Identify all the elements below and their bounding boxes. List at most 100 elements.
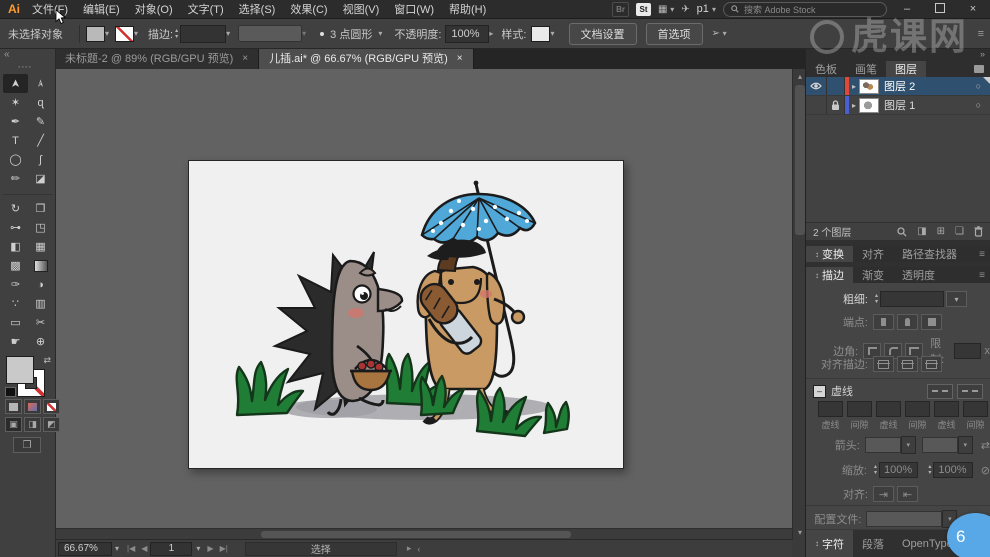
next-artboard-icon[interactable]: ▶ <box>207 544 213 553</box>
prev-artboard-icon[interactable]: ◀ <box>141 544 147 553</box>
bridge-icon[interactable]: Br <box>612 2 629 17</box>
gradient-tool[interactable] <box>28 256 53 275</box>
layer-thumbnail[interactable] <box>859 79 879 94</box>
pencil-tool[interactable]: ✏ <box>3 169 28 188</box>
document-setup-button[interactable]: 文档设置 <box>569 23 637 45</box>
tab-画笔[interactable]: 画笔 <box>846 61 886 77</box>
chevron-down-icon[interactable]: ▾ <box>378 29 382 38</box>
ellipse-tool[interactable]: ◯ <box>3 150 28 169</box>
menu-item-1[interactable]: 编辑(E) <box>83 1 120 17</box>
align-arrow-end-button[interactable]: ⇤ <box>897 486 918 502</box>
artboard-number-value[interactable]: 1 <box>150 542 192 556</box>
column-graph-tool[interactable]: ▥ <box>28 294 53 313</box>
width-tool[interactable]: ⊶ <box>3 218 28 237</box>
eraser-tool[interactable]: ◪ <box>28 169 53 188</box>
stock-icon[interactable]: St <box>636 3 651 16</box>
align-outside-button[interactable] <box>921 356 942 372</box>
close-button[interactable]: × <box>960 3 986 15</box>
layer-row-0[interactable]: ▸图层 2○ <box>806 77 990 96</box>
swap-fill-stroke-icon[interactable]: ⇄ <box>43 355 51 366</box>
color-button[interactable] <box>5 399 22 414</box>
default-fill-stroke-icon[interactable] <box>5 387 16 397</box>
close-tab-icon[interactable]: × <box>242 53 248 64</box>
status-display[interactable]: 选择 <box>245 542 397 556</box>
collapse-toolbar-icon[interactable]: « <box>4 49 10 60</box>
brush-definition[interactable]: 3 点圆形 <box>330 26 372 42</box>
zoom-dropdown-icon[interactable]: ▾ <box>115 544 119 553</box>
swap-arrowheads-icon[interactable]: ⇄ <box>981 439 990 452</box>
dash-input-3[interactable] <box>905 401 930 417</box>
status-expand-icon[interactable]: ▸ <box>407 543 412 554</box>
menu-item-4[interactable]: 选择(S) <box>239 1 276 17</box>
document-tab-1[interactable]: 儿插.ai* @ 66.67% (RGB/GPU 预览)× <box>259 47 474 69</box>
menu-item-3[interactable]: 文字(T) <box>188 1 224 17</box>
perspective-grid-tool[interactable]: ▦ <box>28 237 53 256</box>
adobe-stock-search-input[interactable]: 搜索 Adobe Stock <box>723 2 887 17</box>
tab-字符[interactable]: ↕字符 <box>806 530 853 557</box>
menu-item-2[interactable]: 对象(O) <box>135 1 173 17</box>
target-circle-icon[interactable]: ○ <box>976 81 981 91</box>
preserve-dash-button[interactable] <box>927 384 953 399</box>
tab-图层[interactable]: 图层 <box>886 61 926 77</box>
isolate-selection-icon[interactable]: ➢ ▾ <box>712 28 727 39</box>
tab-路径查找器[interactable]: 路径查找器 <box>893 246 966 262</box>
artboard-tool[interactable]: ▭ <box>3 313 28 332</box>
chevron-down-icon[interactable]: ▾ <box>226 29 230 38</box>
opacity-value[interactable]: 100% <box>445 25 489 43</box>
expand-panels-icon[interactable]: » <box>980 49 985 59</box>
dash-input-0[interactable] <box>818 401 843 417</box>
align-arrow-tip-button[interactable]: ⇥ <box>873 486 894 502</box>
symbol-sprayer-tool[interactable]: ∵ <box>3 294 28 313</box>
fill-color-swatch[interactable] <box>86 26 105 42</box>
align-dash-button[interactable] <box>957 384 983 399</box>
menu-item-5[interactable]: 效果(C) <box>290 1 327 17</box>
draw-inside-button[interactable]: ◩ <box>43 417 60 432</box>
menu-item-0[interactable]: 文件(F) <box>32 1 68 17</box>
weight-input[interactable] <box>880 291 944 307</box>
slice-tool[interactable]: ✂ <box>28 313 53 332</box>
fill-stroke-indicator[interactable]: ⇄ <box>5 355 51 397</box>
chevron-down-icon[interactable]: ▾ <box>134 29 138 38</box>
tab-变换[interactable]: ↕变换 <box>806 246 853 262</box>
magic-wand-tool[interactable]: ✶ <box>3 93 28 112</box>
first-artboard-icon[interactable]: |◀ <box>127 544 135 553</box>
close-tab-icon[interactable]: × <box>457 53 463 64</box>
scale-end-input[interactable]: 100% <box>933 462 972 478</box>
layer-thumbnail[interactable] <box>859 98 879 113</box>
preferences-button[interactable]: 首选项 <box>646 23 703 45</box>
draw-normal-button[interactable]: ▣ <box>5 417 22 432</box>
stroke-color-swatch[interactable] <box>115 26 134 42</box>
shape-builder-tool[interactable]: ◧ <box>3 237 28 256</box>
chevron-right-icon[interactable]: ▸ <box>489 29 493 38</box>
pen-tool[interactable]: ✒ <box>3 112 28 131</box>
tab-描边[interactable]: ↕描边 <box>806 267 853 283</box>
zoom-level-value[interactable]: 66.67% <box>58 542 112 556</box>
fill-indicator[interactable] <box>6 356 34 384</box>
status-collapse-icon[interactable]: ‹ <box>417 544 420 554</box>
tab-渐变[interactable]: 渐变 <box>853 267 893 283</box>
chevron-down-icon[interactable]: ▾ <box>105 29 109 38</box>
maximize-button[interactable] <box>927 3 953 16</box>
panel-menu-icon[interactable]: ≡ <box>979 270 985 281</box>
panel-menu-icon[interactable]: ≡ <box>978 28 984 40</box>
mesh-tool[interactable]: ▩ <box>3 256 28 275</box>
arrowhead-end-select[interactable]: ▾ <box>922 436 973 454</box>
screen-mode-button[interactable]: ❐ <box>13 437 41 453</box>
vertical-scrollbar-thumb[interactable] <box>795 85 805 235</box>
menu-item-8[interactable]: 帮助(H) <box>449 1 486 17</box>
selection-tool[interactable]: ➤ <box>3 74 28 93</box>
dash-input-1[interactable] <box>847 401 872 417</box>
collapse-panel-icon[interactable]: ↕ <box>815 271 819 280</box>
none-button[interactable] <box>43 399 60 414</box>
align-center-button[interactable] <box>873 356 894 372</box>
layer-name[interactable]: 图层 1 <box>884 97 976 113</box>
scale-start-input[interactable]: 100% <box>879 462 918 478</box>
free-transform-tool[interactable]: ◳ <box>28 218 53 237</box>
rotate-tool[interactable]: ↻ <box>3 199 28 218</box>
zoom-tool[interactable]: ⊕ <box>28 332 53 351</box>
layer-name[interactable]: 图层 2 <box>884 78 976 94</box>
new-sublayer-icon[interactable]: ⊞ <box>937 226 945 237</box>
curvature-tool[interactable]: ✎ <box>28 112 53 131</box>
gradient-button[interactable] <box>24 399 41 414</box>
dash-input-5[interactable] <box>963 401 988 417</box>
